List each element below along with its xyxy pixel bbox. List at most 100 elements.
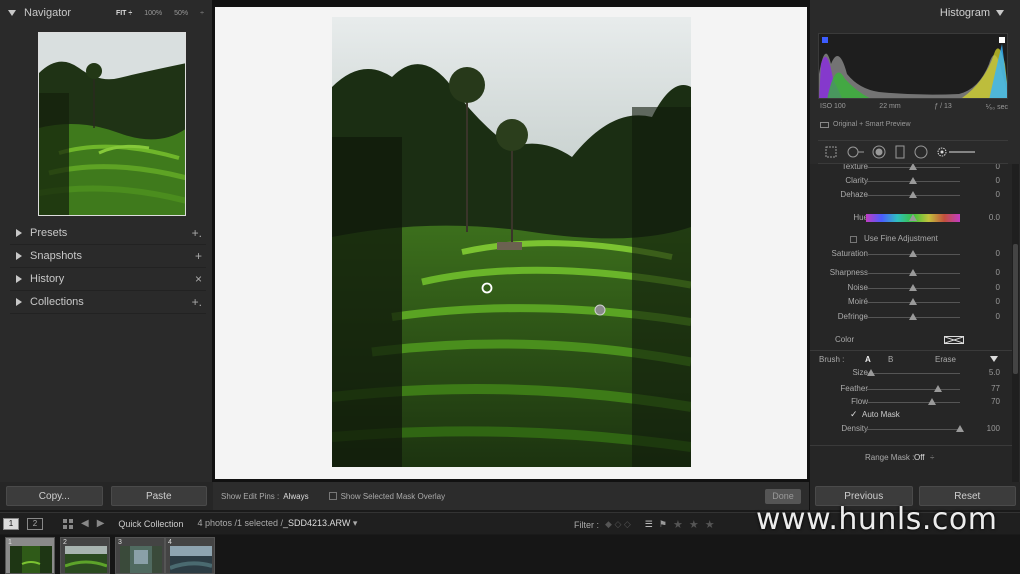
window-2-button[interactable]: 2 <box>27 517 43 530</box>
hue-slider-handle[interactable] <box>909 214 917 221</box>
crop-icon[interactable] <box>824 145 838 159</box>
thumbnail-index: 2 <box>63 539 67 546</box>
brush-feather-handle[interactable] <box>934 385 943 392</box>
filmstrip-thumbnail[interactable]: 2 <box>60 537 110 574</box>
brush-flow-handle[interactable] <box>927 398 936 405</box>
navigator-header[interactable]: Navigator FIT ÷ 100% 50% ÷ <box>0 0 212 22</box>
zoom-50[interactable]: 50% <box>174 10 188 17</box>
brush-size-track[interactable] <box>866 373 960 374</box>
dehaze-slider-row: Dehaze 0 <box>810 190 1012 202</box>
defringe-slider-handle[interactable] <box>909 313 917 320</box>
moir-slider-handle[interactable] <box>909 298 917 305</box>
hue-slider-value[interactable]: 0.0 <box>989 213 1000 222</box>
graduated-filter-icon[interactable] <box>893 145 907 159</box>
saturation-slider-value[interactable]: 0 <box>996 249 1000 258</box>
paste-button[interactable]: Paste <box>110 486 207 506</box>
snapshots-label: Snapshots <box>30 250 82 262</box>
window-1-button[interactable]: 1 <box>3 517 19 530</box>
spot-removal-icon[interactable] <box>845 145 865 159</box>
scrollbar-thumb[interactable] <box>1013 244 1018 374</box>
collapse-triangle-icon[interactable] <box>8 10 16 16</box>
right-panel: Histogram ISO 100 22 mm ƒ / 13 ⅟₆₀ sec O… <box>809 0 1020 510</box>
show-edit-pins-select[interactable]: Always <box>283 492 308 501</box>
adjustment-brush-icon[interactable] <box>935 145 975 159</box>
filmstrip-thumbnail[interactable]: 1 <box>5 537 55 574</box>
sharpness-slider-value[interactable]: 0 <box>996 268 1000 277</box>
rating-star-icon[interactable]: ★ <box>689 518 699 531</box>
thumbnail-index: 3 <box>118 539 122 546</box>
rating-star-icon[interactable]: ★ <box>705 518 715 531</box>
filter-flag-icon[interactable]: ⚑ <box>659 519 667 530</box>
brush-flow-value[interactable]: 70 <box>991 397 1000 406</box>
defringe-slider-value[interactable]: 0 <box>996 312 1000 321</box>
snapshots-section[interactable]: Snapshots + <box>10 245 206 268</box>
main-photo[interactable] <box>332 17 691 467</box>
brush-size-value[interactable]: 5.0 <box>989 368 1000 377</box>
color-swatch[interactable] <box>944 336 964 344</box>
copy-button[interactable]: Copy... <box>6 486 103 506</box>
brush-feather-track[interactable] <box>866 389 960 390</box>
radial-filter-icon[interactable] <box>914 145 928 159</box>
histogram-header[interactable]: Histogram <box>810 0 1020 26</box>
collapse-triangle-icon[interactable] <box>996 10 1004 16</box>
density-value[interactable]: 100 <box>987 424 1000 433</box>
red-eye-icon[interactable] <box>872 145 886 159</box>
dehaze-slider-value[interactable]: 0 <box>996 190 1000 199</box>
sharpness-slider-handle[interactable] <box>909 269 917 276</box>
texture-slider-value[interactable]: 0 <box>996 164 1000 171</box>
histogram-graph[interactable] <box>818 33 1008 99</box>
panel-scrollbar[interactable] <box>1012 164 1019 482</box>
rating-star-icon[interactable]: ★ <box>673 518 683 531</box>
zoom-100[interactable]: 100% <box>144 10 162 17</box>
history-section[interactable]: History × <box>10 268 206 291</box>
add-snapshot-icon[interactable]: + <box>195 249 202 263</box>
filmstrip-thumbnail[interactable]: 4 <box>165 537 215 574</box>
zoom-custom[interactable]: ÷ <box>200 10 204 17</box>
zoom-fit[interactable]: FIT ÷ <box>116 10 132 17</box>
filter-sliders-icon[interactable]: ☰ <box>645 519 653 530</box>
navigator-preview[interactable] <box>38 32 186 216</box>
flag-filter-icon[interactable]: ◆ ◇ ◇ <box>605 519 631 530</box>
brush-tab-a[interactable]: A <box>865 355 871 364</box>
clear-history-icon[interactable]: × <box>195 272 202 286</box>
source-label[interactable]: Quick Collection <box>118 519 183 529</box>
image-canvas[interactable] <box>215 7 807 479</box>
texture-slider-handle[interactable] <box>909 164 917 170</box>
collections-section[interactable]: Collections +. <box>10 291 206 314</box>
dehaze-slider-handle[interactable] <box>909 191 917 198</box>
color-label: Color <box>835 335 855 344</box>
brush-flow-track[interactable] <box>866 402 960 403</box>
expand-triangle-icon <box>16 298 22 306</box>
add-preset-icon[interactable]: +. <box>192 226 202 240</box>
grid-view-icon[interactable] <box>63 518 73 529</box>
selected-filename[interactable]: _SDD4213.ARW <box>283 518 350 528</box>
moir-slider-value[interactable]: 0 <box>996 297 1000 306</box>
mask-overlay-label: Show Selected Mask Overlay <box>340 491 446 501</box>
brush-feather-value[interactable]: 77 <box>991 384 1000 393</box>
add-collection-icon[interactable]: +. <box>192 295 202 309</box>
density-handle[interactable] <box>956 425 964 432</box>
forward-arrow-icon[interactable]: ▶ <box>97 518 105 529</box>
range-mask-dropdown-icon[interactable]: ÷ <box>930 453 934 462</box>
noise-slider-value[interactable]: 0 <box>996 283 1000 292</box>
brush-erase[interactable]: Erase <box>935 355 956 364</box>
saturation-slider-handle[interactable] <box>909 250 917 257</box>
clarity-slider-value[interactable]: 0 <box>996 176 1000 185</box>
brush-size-row: Size 5.0 <box>810 368 1012 380</box>
brush-tab-b[interactable]: B <box>888 355 893 364</box>
fine-adjust-checkbox[interactable] <box>850 236 857 243</box>
brush-collapse-icon[interactable] <box>990 356 998 362</box>
watermark: www.hunls.com <box>756 502 998 537</box>
clarity-slider-handle[interactable] <box>909 177 917 184</box>
presets-section[interactable]: Presets +. <box>10 222 206 245</box>
edit-toolbar: Show Edit Pins : Always Show Selected Ma… <box>213 482 809 510</box>
range-mask-select[interactable]: Off <box>914 453 925 462</box>
brush-size-handle[interactable] <box>866 369 875 376</box>
mask-overlay-checkbox[interactable] <box>328 492 337 500</box>
filmstrip-thumbnail[interactable]: 3 <box>115 537 165 574</box>
back-arrow-icon[interactable]: ◀ <box>81 518 89 529</box>
left-panel: Navigator FIT ÷ 100% 50% ÷ Presets +. Sn… <box>0 0 213 510</box>
noise-slider-handle[interactable] <box>909 284 917 291</box>
density-track[interactable] <box>866 429 960 430</box>
auto-mask-checkbox[interactable]: ✓ <box>850 409 858 420</box>
